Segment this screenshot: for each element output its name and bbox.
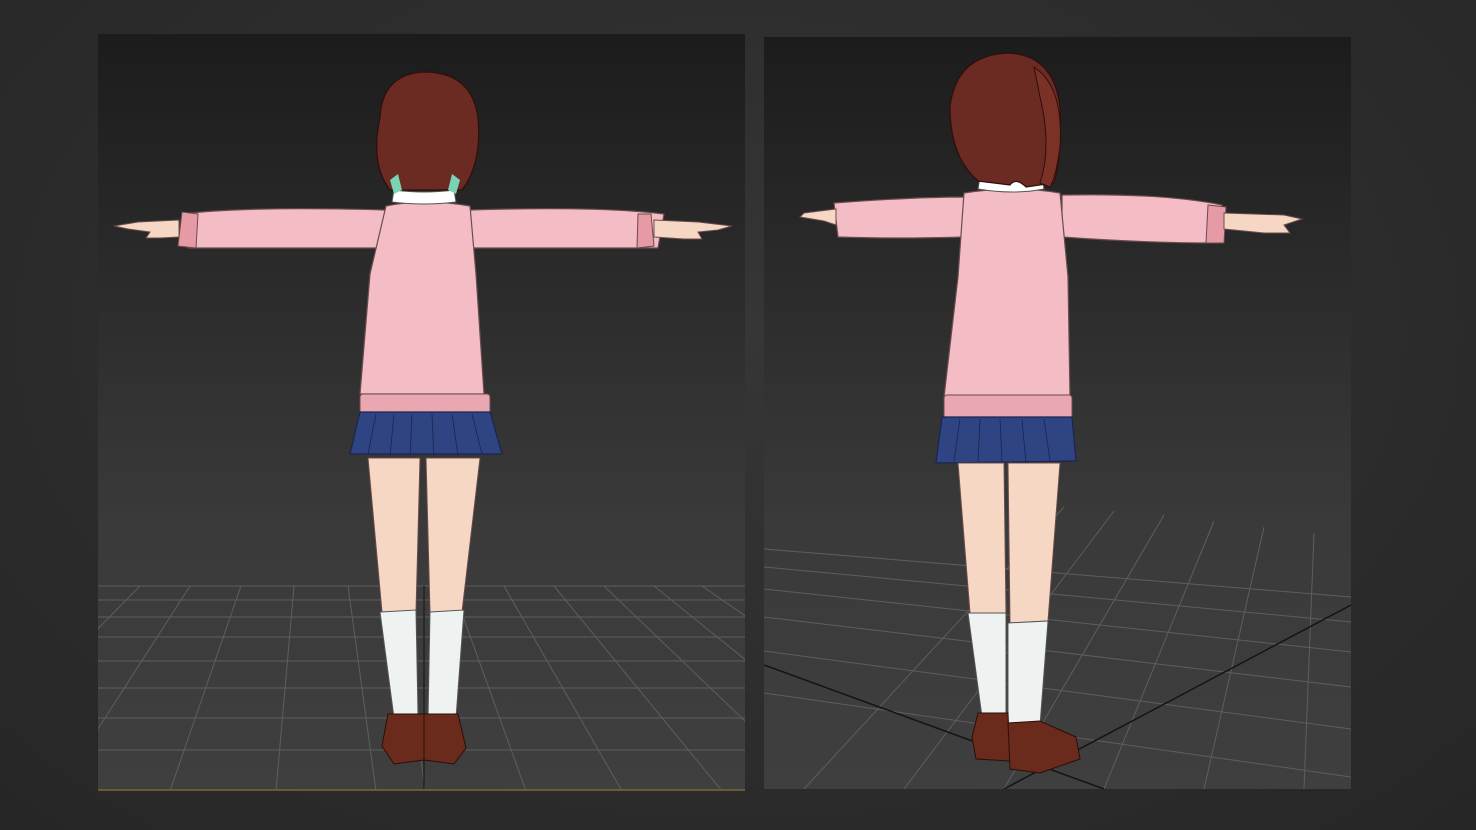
sweater-hem: [359, 393, 491, 415]
left-hand: [113, 219, 180, 239]
hair: [376, 71, 480, 191]
viewport-back-view[interactable]: [98, 34, 745, 791]
left-sock: [379, 609, 419, 719]
shirt-collar: [391, 189, 457, 205]
ground-accent-line: [98, 789, 745, 791]
character-model-perspective[interactable]: [798, 52, 1304, 774]
right-sock: [427, 609, 465, 719]
left-leg: [367, 457, 421, 613]
left-arm: [833, 196, 965, 239]
right-hand: [653, 219, 733, 240]
left-sock: [967, 612, 1007, 718]
skirt: [349, 411, 503, 455]
left-cuff: [177, 211, 199, 249]
right-leg: [1007, 462, 1061, 624]
right-sock: [1007, 620, 1049, 728]
sweater-hem: [943, 394, 1073, 420]
character-model-back[interactable]: [113, 71, 733, 765]
left-hand: [798, 208, 837, 226]
right-cuff: [1205, 204, 1227, 244]
right-arm: [1061, 194, 1223, 244]
back-view-canvas: [98, 71, 745, 791]
right-shoe: [1007, 720, 1081, 774]
perspective-view-canvas: [764, 52, 1351, 789]
left-arm: [181, 208, 387, 249]
right-leg: [425, 457, 481, 613]
left-leg: [957, 462, 1007, 614]
right-shoe: [423, 713, 467, 765]
right-hand: [1223, 212, 1304, 234]
right-arm: [469, 208, 665, 249]
right-cuff: [636, 213, 655, 249]
left-shoe: [381, 713, 425, 765]
viewport-perspective-view[interactable]: [764, 37, 1351, 789]
app-stage: [0, 0, 1476, 830]
sweater-body: [943, 188, 1071, 398]
left-shoe: [971, 712, 1011, 762]
